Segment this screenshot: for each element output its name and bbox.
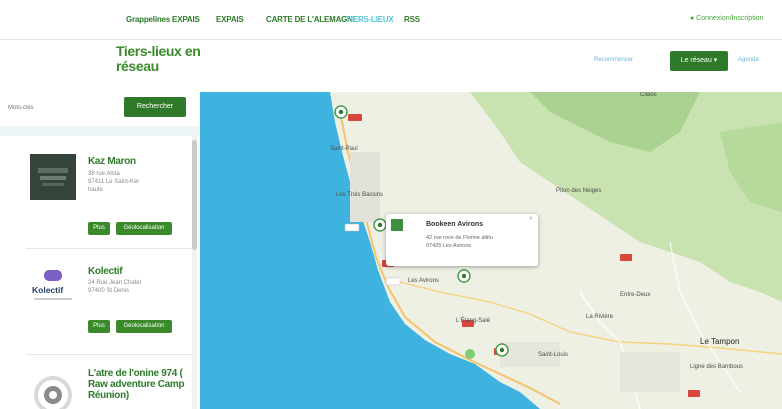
card-title[interactable]: Kaz Maron [88, 156, 188, 167]
map-place-label: La Rivière [586, 314, 614, 320]
nav-item-grappelines[interactable]: Grappelines EXPAIS [126, 15, 200, 24]
search-input[interactable] [8, 100, 108, 116]
list-item[interactable]: L'atre de l'onine 974 ( Raw adventure Ca… [26, 358, 192, 409]
card-title[interactable]: L'atre de l'onine 974 ( Raw adventure Ca… [88, 368, 188, 401]
kaz-maron-thumbnail [30, 154, 76, 200]
nav-item-rss[interactable]: RSS [404, 15, 420, 24]
card-divider [26, 354, 192, 355]
card-address-line: 24 Rue Jean Chatel [88, 280, 142, 286]
nav-item-carte[interactable]: CARTE DE L'ALEMAGNE [266, 15, 358, 24]
login-link[interactable]: ● Connexion/Inscription [690, 15, 764, 22]
map-marker-icon [495, 343, 509, 357]
urban-area [620, 352, 680, 392]
geolocation-button[interactable]: Géolocalisation [116, 222, 172, 235]
list-item[interactable]: Kaz Maron 38 rue Alsta 97411 Le Saint-Ke… [26, 144, 192, 244]
card-address-line: haute [88, 187, 104, 193]
nav-item-tiers-lieux[interactable]: TIERS-LIEUX [346, 15, 394, 24]
kolectif-logo-text: Kolectif [32, 285, 64, 295]
popup-address-line: 97425 Les Avirons [426, 243, 472, 249]
road-shield-icon [620, 254, 632, 261]
map-place-label: Saint-Paul [330, 146, 358, 152]
map-place-label: Cilaos [640, 92, 657, 98]
map-marker-icon [373, 218, 387, 232]
card-address-line: 38 rue Alsta [88, 171, 120, 177]
map-place-label: Entre-Deux [620, 292, 651, 298]
map-marker-icon [334, 105, 348, 119]
urban-area [350, 152, 380, 222]
reseau-dropdown-button[interactable]: Le réseau ▾ [670, 51, 728, 71]
map-place-label: Saint-Louis [538, 352, 569, 358]
map-place-label: L'Étang-Salé [456, 318, 491, 324]
card-divider [26, 248, 192, 249]
top-navigation: Grappelines EXPAIS EXPAIS CARTE DE L'ALE… [0, 0, 782, 40]
map-place-label: Le Tampon [700, 337, 740, 346]
road-shield-icon [385, 277, 401, 286]
card-address-line: 97411 Le Saint-Ker [88, 179, 140, 185]
list-scrollbar-thumb[interactable] [192, 140, 197, 250]
latre-thumbnail [30, 370, 76, 409]
search-bar: Rechercher [0, 92, 200, 122]
kolectif-thumbnail: Kolectif [30, 264, 76, 310]
latre-logo-icon [34, 376, 72, 409]
map-place-label: Les Trois Bassins [336, 192, 384, 198]
road-shield-icon [344, 223, 360, 232]
close-icon[interactable]: × [529, 216, 533, 222]
nav-item-expais[interactable]: EXPAIS [216, 15, 244, 24]
page-title: Tiers-lieux en réseau [116, 43, 201, 74]
kaz-maron-logo-icon [30, 154, 76, 200]
results-list: Kaz Maron 38 rue Alsta 97411 Le Saint-Ke… [0, 136, 200, 409]
list-item[interactable]: Kolectif Kolectif 24 Rue Jean Chatel 974… [26, 250, 192, 350]
map-info-popup[interactable]: Bookeen Avirons 42 rue rose de Florine a… [386, 214, 538, 266]
agenda-link[interactable]: Agenda [738, 57, 759, 63]
plus-button[interactable]: Plus [88, 320, 110, 333]
map-place-label: Ligne des Bambous [690, 364, 744, 370]
card-address-line: 97400 St Denis [88, 288, 130, 294]
road-shield-icon [688, 390, 700, 397]
list-header-band [0, 126, 200, 136]
map-place-label: Les Avirons [408, 278, 439, 284]
map-place-label: Piton des Neiges [556, 188, 602, 194]
search-button[interactable]: Rechercher [124, 97, 186, 117]
recommencer-link[interactable]: Recommencer [594, 57, 633, 63]
list-scrollbar[interactable] [192, 136, 197, 409]
popup-address-line: 42 rue rose de Florine altitu [426, 235, 493, 241]
popup-thumbnail-icon [391, 219, 403, 231]
plus-button[interactable]: Plus [88, 222, 110, 235]
geolocation-button[interactable]: Géolocalisation [116, 320, 172, 333]
map-marker-icon [457, 269, 471, 283]
popup-title[interactable]: Bookeen Avirons [426, 221, 483, 228]
park-area [465, 349, 475, 359]
road-shield-icon [348, 114, 362, 121]
card-title[interactable]: Kolectif [88, 266, 188, 277]
